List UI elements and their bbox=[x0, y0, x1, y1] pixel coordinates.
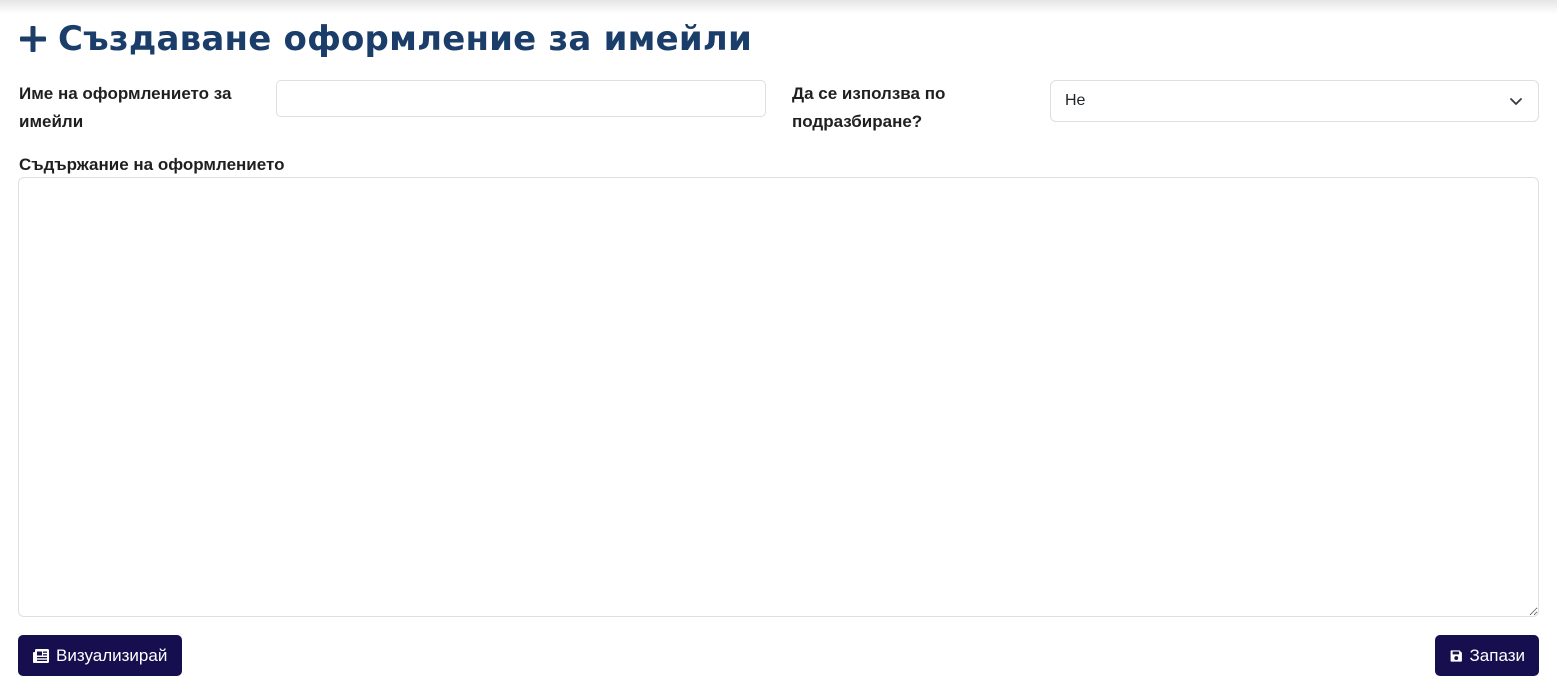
template-name-input[interactable] bbox=[276, 80, 766, 117]
page-title-text: Създаване оформление за имейли bbox=[58, 19, 753, 59]
save-button[interactable]: Запази bbox=[1435, 635, 1539, 676]
page: Създаване оформление за имейли Име на оф… bbox=[0, 0, 1557, 692]
use-default-selected-value: Не bbox=[1065, 92, 1086, 109]
top-shadow bbox=[0, 0, 1557, 14]
preview-button-label: Визуализирай bbox=[56, 645, 168, 665]
use-default-label: Да се използва по подразбиране? bbox=[792, 84, 946, 131]
template-content-label: Съдържание на оформлението bbox=[19, 155, 285, 174]
template-content-textarea[interactable] bbox=[18, 177, 1539, 617]
plus-icon bbox=[20, 26, 46, 52]
chevron-down-icon bbox=[1510, 98, 1522, 105]
preview-button[interactable]: Визуализирай bbox=[18, 635, 182, 676]
page-title: Създаване оформление за имейли bbox=[18, 16, 752, 62]
template-name-label: Име на оформлението за имейли bbox=[19, 84, 232, 131]
use-default-select[interactable]: Не bbox=[1050, 80, 1539, 122]
newspaper-icon bbox=[33, 648, 49, 663]
save-button-label: Запази bbox=[1469, 645, 1525, 665]
floppy-disk-icon bbox=[1450, 649, 1462, 662]
